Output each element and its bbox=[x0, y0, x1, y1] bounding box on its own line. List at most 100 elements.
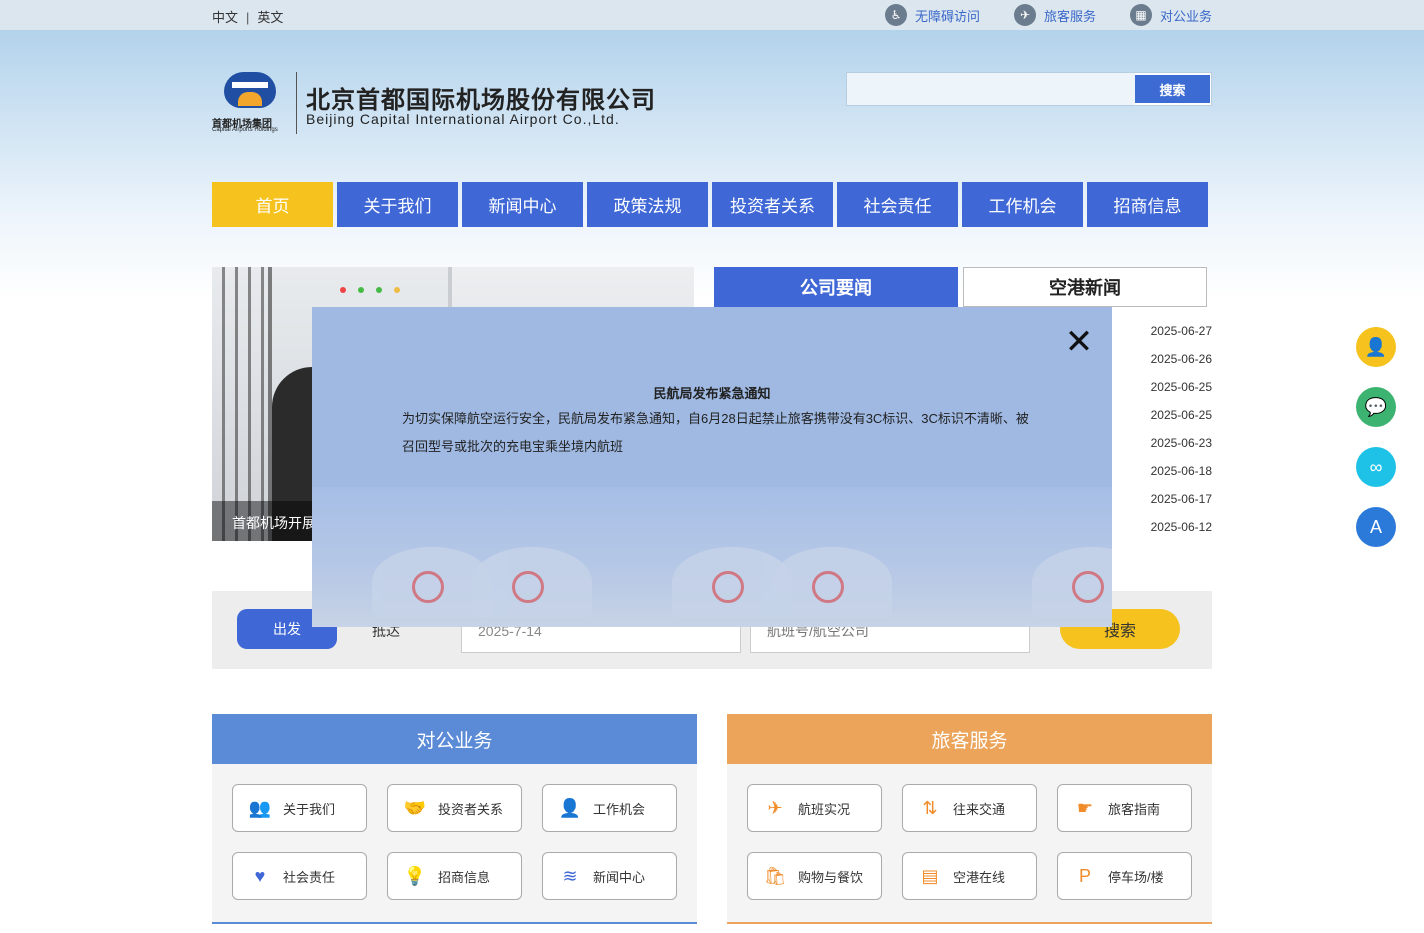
site-logo[interactable]: 首都机场集团 Capital Airports Holdings 北京首都国际机… bbox=[212, 70, 655, 140]
tile-label: 关于我们 bbox=[283, 801, 336, 817]
tile-label: 购物与餐饮 bbox=[798, 869, 864, 885]
tile-label: 往来交通 bbox=[953, 801, 1006, 817]
news-date: 2025-06-18 bbox=[1150, 464, 1212, 478]
news-date: 2025-06-23 bbox=[1150, 436, 1212, 450]
language-switch: 中文 | 英文 bbox=[212, 7, 283, 26]
news-date: 2025-06-27 bbox=[1150, 324, 1212, 338]
passenger-service-link[interactable]: ✈ 旅客服务 bbox=[1013, 4, 1096, 26]
wechat-icon[interactable]: 💬 bbox=[1356, 387, 1396, 427]
tile-label: 招商信息 bbox=[438, 869, 491, 885]
tile-label: 工作机会 bbox=[593, 801, 646, 817]
passenger-tiles: ✈ 航班实况 ⇅ 往来交通 ☛ 旅客指南 🛍 购物与餐饮 ▤ 空港在线 P 停车场/楼 bbox=[747, 784, 1192, 900]
tile-flight-status[interactable]: ✈ 航班实况 bbox=[747, 784, 882, 832]
aircraft-tail-graphic bbox=[772, 547, 892, 617]
nav-responsibility[interactable]: 社会责任 bbox=[837, 182, 958, 227]
guide-hand-icon: ☛ bbox=[1076, 797, 1094, 818]
modal-title: 民航局发布紧急通知 bbox=[653, 386, 771, 401]
shopping-bag-icon: 🛍 bbox=[763, 865, 787, 886]
tile-label: 社会责任 bbox=[283, 869, 336, 885]
news-date: 2025-06-25 bbox=[1150, 408, 1212, 422]
search-button[interactable]: 搜索 bbox=[1135, 75, 1210, 103]
mini-program-icon[interactable]: ∞ bbox=[1356, 447, 1396, 487]
tile-shopping[interactable]: 🛍 购物与餐饮 bbox=[747, 852, 882, 900]
tab-company-news[interactable]: 公司要闻 bbox=[714, 267, 958, 307]
tile-investors[interactable]: 🤝 投资者关系 bbox=[387, 784, 522, 832]
business-label: 对公业务 bbox=[1159, 8, 1212, 24]
tile-news[interactable]: ≋ 新闻中心 bbox=[542, 852, 677, 900]
flight-icon: ✈ bbox=[767, 797, 783, 818]
tile-label: 新闻中心 bbox=[593, 869, 646, 885]
news-dates: 2025-06-27 2025-06-26 2025-06-25 2025-06… bbox=[1120, 324, 1212, 548]
gate-graphic bbox=[212, 267, 272, 541]
logo-emblem-icon bbox=[224, 72, 276, 108]
company-name-en: Beijing Capital International Airport Co… bbox=[306, 111, 620, 127]
logo-divider bbox=[296, 72, 297, 134]
business-link[interactable]: ▦ 对公业务 bbox=[1129, 4, 1212, 26]
business-panel-title: 对公业务 bbox=[212, 714, 697, 764]
lang-chinese-link[interactable]: 中文 bbox=[212, 10, 238, 25]
tile-jobs[interactable]: 👤 工作机会 bbox=[542, 784, 677, 832]
tile-responsibility[interactable]: ♥ 社会责任 bbox=[232, 852, 367, 900]
tile-investment[interactable]: 💡 招商信息 bbox=[387, 852, 522, 900]
app-store-icon[interactable]: A bbox=[1356, 507, 1396, 547]
accessibility-link[interactable]: ♿ 无障碍访问 bbox=[884, 4, 980, 26]
lang-english-link[interactable]: 英文 bbox=[257, 10, 283, 25]
tile-label: 航班实况 bbox=[798, 801, 851, 817]
nav-jobs[interactable]: 工作机会 bbox=[962, 182, 1083, 227]
news-tabs: 公司要闻 空港新闻 bbox=[714, 267, 1207, 307]
people-icon: 👥 bbox=[248, 797, 272, 818]
tile-label: 停车场/楼 bbox=[1108, 869, 1164, 885]
tab-airport-news[interactable]: 空港新闻 bbox=[963, 267, 1207, 307]
news-date: 2025-06-17 bbox=[1150, 492, 1212, 506]
tile-airport-online[interactable]: ▤ 空港在线 bbox=[902, 852, 1037, 900]
news-date: 2025-06-25 bbox=[1150, 380, 1212, 394]
layers-icon: ≋ bbox=[562, 865, 578, 886]
airplane-icon: ✈ bbox=[1013, 4, 1036, 26]
top-links: ♿ 无障碍访问 ✈ 旅客服务 ▦ 对公业务 bbox=[884, 4, 1212, 26]
heart-hand-icon: ♥ bbox=[254, 865, 266, 886]
nav-about[interactable]: 关于我们 bbox=[337, 182, 458, 227]
modal-body: 为切实保障航空运行安全，民航局发布紧急通知，自6月28日起禁止旅客携带没有3C标… bbox=[402, 411, 1029, 454]
lightbulb-icon: 💡 bbox=[403, 865, 427, 886]
nav-policy[interactable]: 政策法规 bbox=[587, 182, 708, 227]
main-nav: 首页 关于我们 新闻中心 政策法规 投资者关系 社会责任 工作机会 招商信息 bbox=[212, 182, 1208, 227]
handshake-icon: 🤝 bbox=[403, 797, 427, 818]
logo-mark-en: Capital Airports Holdings bbox=[212, 127, 278, 133]
search-input[interactable] bbox=[847, 73, 1135, 105]
tile-label: 空港在线 bbox=[953, 869, 1006, 885]
indicator-lights bbox=[340, 287, 400, 293]
passenger-panel-title: 旅客服务 bbox=[727, 714, 1212, 764]
floating-buttons: 👤 💬 ∞ A bbox=[1356, 327, 1396, 547]
nav-investors[interactable]: 投资者关系 bbox=[712, 182, 833, 227]
aircraft-tail-graphic bbox=[472, 547, 592, 617]
transport-icon: ⇅ bbox=[922, 797, 938, 818]
tile-guide[interactable]: ☛ 旅客指南 bbox=[1057, 784, 1192, 832]
tile-label: 投资者关系 bbox=[438, 801, 504, 817]
aircraft-tail-graphic bbox=[1032, 547, 1112, 617]
nav-home[interactable]: 首页 bbox=[212, 182, 333, 227]
business-tiles: 👥 关于我们 🤝 投资者关系 👤 工作机会 ♥ 社会责任 💡 招商信息 ≋ 新闻中心 bbox=[232, 784, 677, 900]
company-name-cn: 北京首都国际机场股份有限公司 bbox=[306, 87, 656, 114]
top-bar: 中文 | 英文 ♿ 无障碍访问 ✈ 旅客服务 ▦ 对公业务 bbox=[0, 0, 1424, 30]
notice-modal: ✕ 民航局发布紧急通知 为切实保障航空运行安全，民航局发布紧急通知，自6月28日… bbox=[312, 307, 1112, 627]
nav-news[interactable]: 新闻中心 bbox=[462, 182, 583, 227]
tile-about[interactable]: 👥 关于我们 bbox=[232, 784, 367, 832]
accessibility-icon: ♿ bbox=[884, 4, 907, 26]
lang-separator: | bbox=[246, 10, 250, 25]
close-icon[interactable]: ✕ bbox=[1064, 325, 1094, 359]
business-panel: 对公业务 👥 关于我们 🤝 投资者关系 👤 工作机会 ♥ 社会责任 💡 招商信息 ≋ 新闻中… bbox=[212, 714, 697, 924]
nav-investment[interactable]: 招商信息 bbox=[1087, 182, 1208, 227]
tile-transport[interactable]: ⇅ 往来交通 bbox=[902, 784, 1037, 832]
accessibility-label: 无障碍访问 bbox=[914, 8, 980, 24]
document-icon: ▤ bbox=[921, 865, 939, 886]
logo-mark: 首都机场集团 Capital Airports Holdings bbox=[212, 70, 288, 136]
news-date: 2025-06-12 bbox=[1150, 520, 1212, 534]
passenger-service-label: 旅客服务 bbox=[1043, 8, 1096, 24]
tile-label: 旅客指南 bbox=[1108, 801, 1161, 817]
news-date: 2025-06-26 bbox=[1150, 352, 1212, 366]
tile-parking[interactable]: P 停车场/楼 bbox=[1057, 852, 1192, 900]
worker-icon: 👤 bbox=[558, 797, 582, 818]
modal-background-scene bbox=[312, 487, 1112, 627]
user-desk-icon[interactable]: 👤 bbox=[1356, 327, 1396, 367]
parking-icon: P bbox=[1078, 865, 1091, 886]
